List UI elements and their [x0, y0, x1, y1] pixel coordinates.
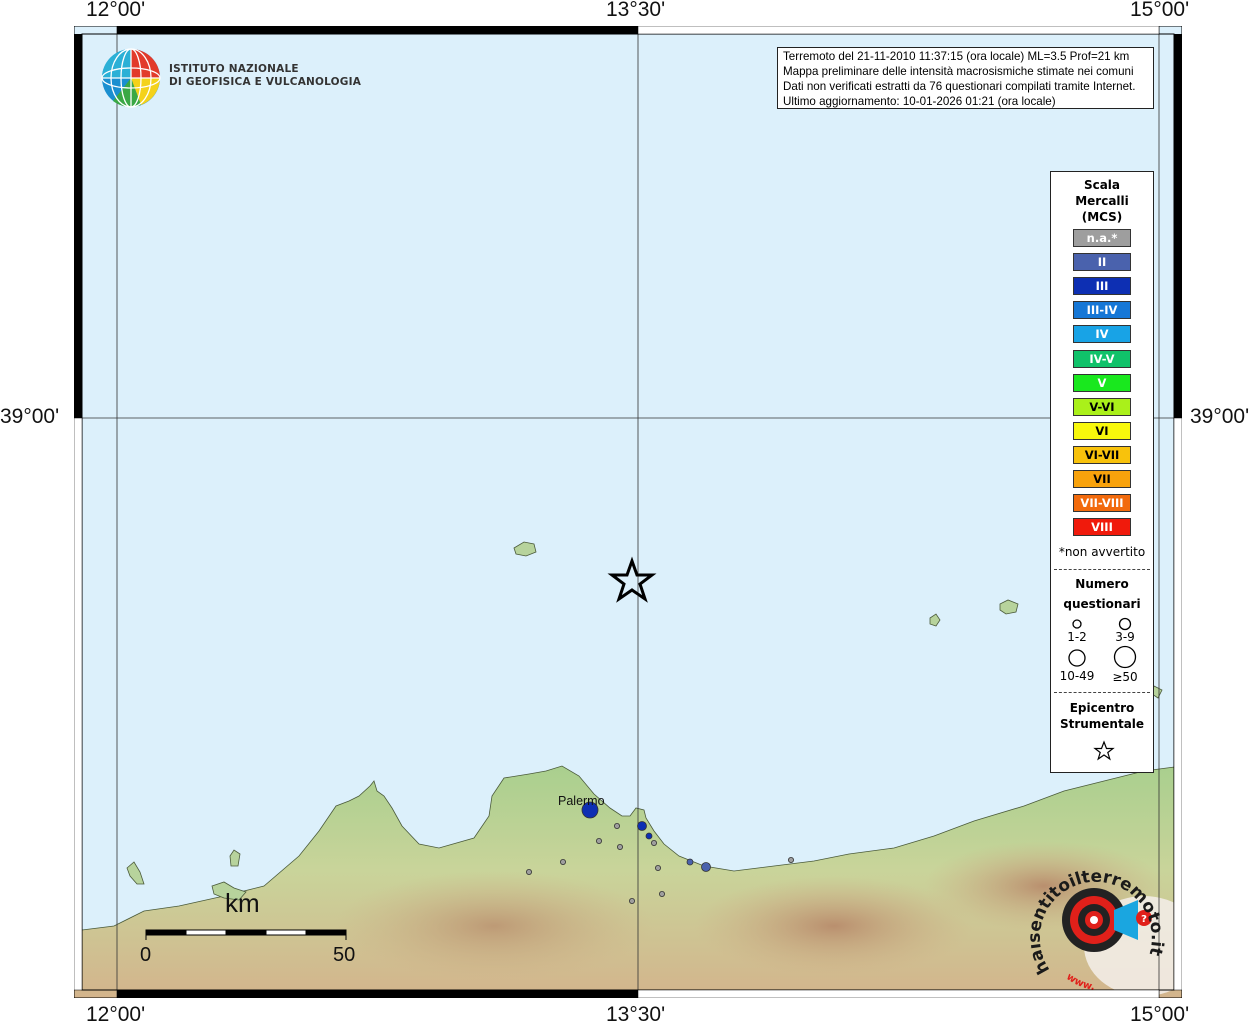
legend-chip: V [1073, 373, 1131, 392]
scale-max: 50 [333, 944, 356, 966]
legend-chip: n.a.* [1073, 229, 1131, 247]
info-line: Mappa preliminare delle intensità macros… [783, 65, 1134, 78]
svg-text:haisentitoilterremoto.it: haisentitoilterremoto.it [1030, 867, 1167, 978]
point-na-8 [659, 891, 666, 898]
legend-title: Scala Mercalli (MCS) [1075, 178, 1129, 224]
star-icon [1093, 740, 1115, 761]
point-ii-a [701, 862, 711, 872]
scale-min: 0 [140, 944, 152, 966]
badge-text: haisentitoilterremoto.it www. [1030, 867, 1167, 993]
point-na-5 [559, 859, 566, 866]
point-na-1 [614, 823, 621, 830]
point-iii-a [637, 821, 647, 831]
coord-bottom-left: 12°00' [86, 1003, 146, 1026]
coord-top-right: 15°00' [1130, 0, 1190, 21]
legend-chip: VII [1073, 470, 1131, 488]
count-label: 10-49 [1059, 669, 1095, 683]
legend-divider [1054, 569, 1150, 570]
coord-top-left: 12°00' [86, 0, 146, 21]
epicenter-title: Epicentro Strumentale [1059, 701, 1145, 731]
point-na-9 [629, 898, 636, 905]
legend-chip: IV-V [1073, 349, 1131, 368]
legend-footnote: *non avvertito [1058, 545, 1146, 559]
mcs-legend: Scala Mercalli (MCS) n.a.* II III III-IV IV I… [1050, 171, 1154, 773]
svg-text:www.: www. [1064, 971, 1095, 993]
relief-west [334, 871, 654, 981]
intensity-map: Palermo ? [74, 26, 1182, 998]
info-line: Terremoto del 21-11-2010 11:37:15 (ora l… [783, 50, 1130, 63]
scale-unit: km [225, 888, 260, 918]
point-na-4 [651, 840, 658, 847]
point-ii-b [686, 858, 694, 866]
palermo-label: Palermo [558, 794, 605, 808]
legend-chip: V-VI [1073, 397, 1131, 416]
legend-chip: III-IV [1073, 301, 1131, 320]
legend-divider [1054, 692, 1150, 693]
legend-chip: VII-VIII [1073, 494, 1131, 513]
ingv-logo-text: ISTITUTO NAZIONALE DI GEOFISICA E VULCAN… [169, 63, 362, 88]
legend-chip: VI-VII [1073, 445, 1131, 464]
point-na-2 [596, 838, 603, 845]
point-na-6 [525, 869, 532, 876]
point-na-3 [617, 844, 624, 851]
coord-right-lat: 39°00' [1190, 405, 1250, 428]
legend-chip: VIII [1073, 518, 1131, 537]
count-label: ≥50 [1112, 670, 1138, 684]
legend-chip: II [1073, 253, 1131, 272]
count-label: 1-2 [1067, 630, 1087, 644]
coord-bottom-right: 15°00' [1130, 1003, 1190, 1026]
point-na-10 [788, 857, 795, 864]
coord-left-lat: 39°00' [0, 405, 60, 428]
ingv-logo-icon [101, 48, 161, 108]
point-na-7 [655, 865, 662, 872]
coord-top-mid: 13°30' [606, 0, 666, 21]
count-title: Numero questionari [1063, 577, 1141, 611]
legend-chip: IV [1073, 325, 1131, 344]
coord-bottom-mid: 13°30' [606, 1003, 666, 1026]
count-label: 3-9 [1115, 630, 1135, 644]
event-info-box: Terremoto del 21-11-2010 11:37:15 (ora l… [777, 47, 1154, 109]
legend-chip: VI [1073, 421, 1131, 440]
legend-chip: III [1073, 277, 1131, 296]
info-line: Dati non verificati estratti da 76 quest… [783, 80, 1136, 93]
info-line: Ultimo aggiornamento: 10-01-2026 01:21 (… [783, 95, 1056, 108]
point-iii-b [645, 832, 653, 840]
